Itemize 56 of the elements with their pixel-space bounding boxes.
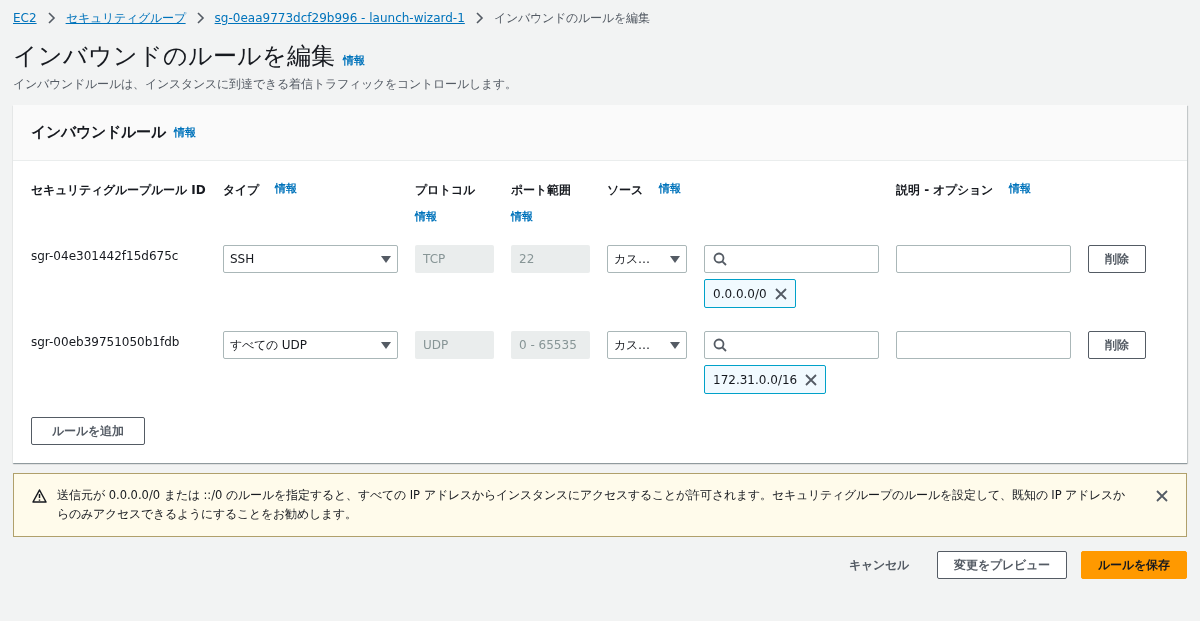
preview-button[interactable]: 変更をプレビュー — [937, 551, 1067, 579]
info-link[interactable]: 情報 — [415, 209, 437, 224]
source-select[interactable]: カス… — [607, 331, 687, 359]
caret-icon — [381, 341, 391, 349]
caret-icon — [670, 255, 680, 263]
search-field[interactable] — [704, 331, 879, 359]
page-title: インバウンドのルールを編集 — [13, 41, 335, 72]
add-rule-button[interactable]: ルールを追加 — [31, 417, 145, 445]
caret-icon — [381, 255, 391, 263]
breadcrumb-current[interactable]: インバウンドのルールを編集 — [493, 9, 650, 27]
chevron-right-icon — [46, 12, 56, 24]
chevron-right-icon — [195, 12, 205, 24]
column-header: 説明 - オプション — [896, 182, 994, 199]
type-select[interactable]: すべての UDP — [223, 331, 398, 359]
column-header: ポート範囲 — [511, 182, 571, 199]
port-range-field: 22 — [511, 245, 590, 273]
page-description: インバウンドルールは、インスタンスに到達できる着信トラフィックをコントロールします。 — [13, 76, 518, 93]
cidr-token: 172.31.0.0/16 — [704, 365, 827, 394]
rule-id: sgr-00eb39751050b1fdb — [31, 334, 181, 351]
column-header: プロトコル — [415, 182, 475, 199]
type-select[interactable]: SSH — [223, 245, 398, 273]
info-link[interactable]: 情報 — [343, 53, 365, 68]
delete-button[interactable]: 削除 — [1088, 245, 1146, 273]
breadcrumb-link[interactable]: セキュリティグループ — [65, 9, 186, 27]
description-input[interactable] — [896, 245, 1071, 273]
chevron-right-icon — [474, 12, 484, 24]
search-icon — [713, 338, 727, 352]
source-select[interactable]: カス… — [607, 245, 687, 273]
cidr-token: 0.0.0.0/0 — [704, 279, 796, 308]
cancel-button[interactable]: キャンセル — [835, 556, 923, 574]
column-header: セキュリティグループルール ID — [31, 182, 206, 199]
info-link[interactable]: 情報 — [659, 181, 681, 196]
delete-button[interactable]: 削除 — [1088, 331, 1146, 359]
protocol-field: UDP — [415, 331, 494, 359]
panel-title: インバウンドルール — [31, 123, 166, 142]
column-header: タイプ — [223, 182, 259, 199]
info-link[interactable]: 情報 — [511, 209, 533, 224]
breadcrumb-link[interactable]: sg-0eaa9773dcf29b996 - launch-wizard-1 — [214, 11, 465, 25]
save-button[interactable]: ルールを保存 — [1081, 551, 1187, 579]
search-field[interactable] — [704, 245, 879, 273]
close-icon[interactable] — [774, 287, 787, 300]
info-link[interactable]: 情報 — [1009, 181, 1032, 196]
protocol-field: TCP — [415, 245, 494, 273]
close-icon[interactable] — [805, 373, 818, 386]
search-icon — [713, 252, 727, 266]
caret-icon — [670, 341, 680, 349]
info-link[interactable]: 情報 — [174, 125, 196, 140]
info-link[interactable]: 情報 — [275, 181, 297, 196]
alert-message: 送信元が 0.0.0.0/0 または ::/0 のルールを指定すると、すべての IP アドレスからインスタンスにアクセスすることが許可されます。セキュリティグループのルールを設定して、既知の IP アドレスからのみアクセスできるようにすることをお勧めします。 — [57, 487, 1127, 523]
column-header: ソース — [607, 182, 643, 199]
rule-id: sgr-04e301442f15d675c — [31, 248, 180, 265]
breadcrumb-link[interactable]: EC2 — [13, 11, 37, 25]
port-range-field: 0 - 65535 — [511, 331, 590, 359]
warning-icon — [32, 489, 47, 503]
description-input[interactable] — [896, 331, 1071, 359]
close-icon[interactable] — [1156, 490, 1168, 502]
